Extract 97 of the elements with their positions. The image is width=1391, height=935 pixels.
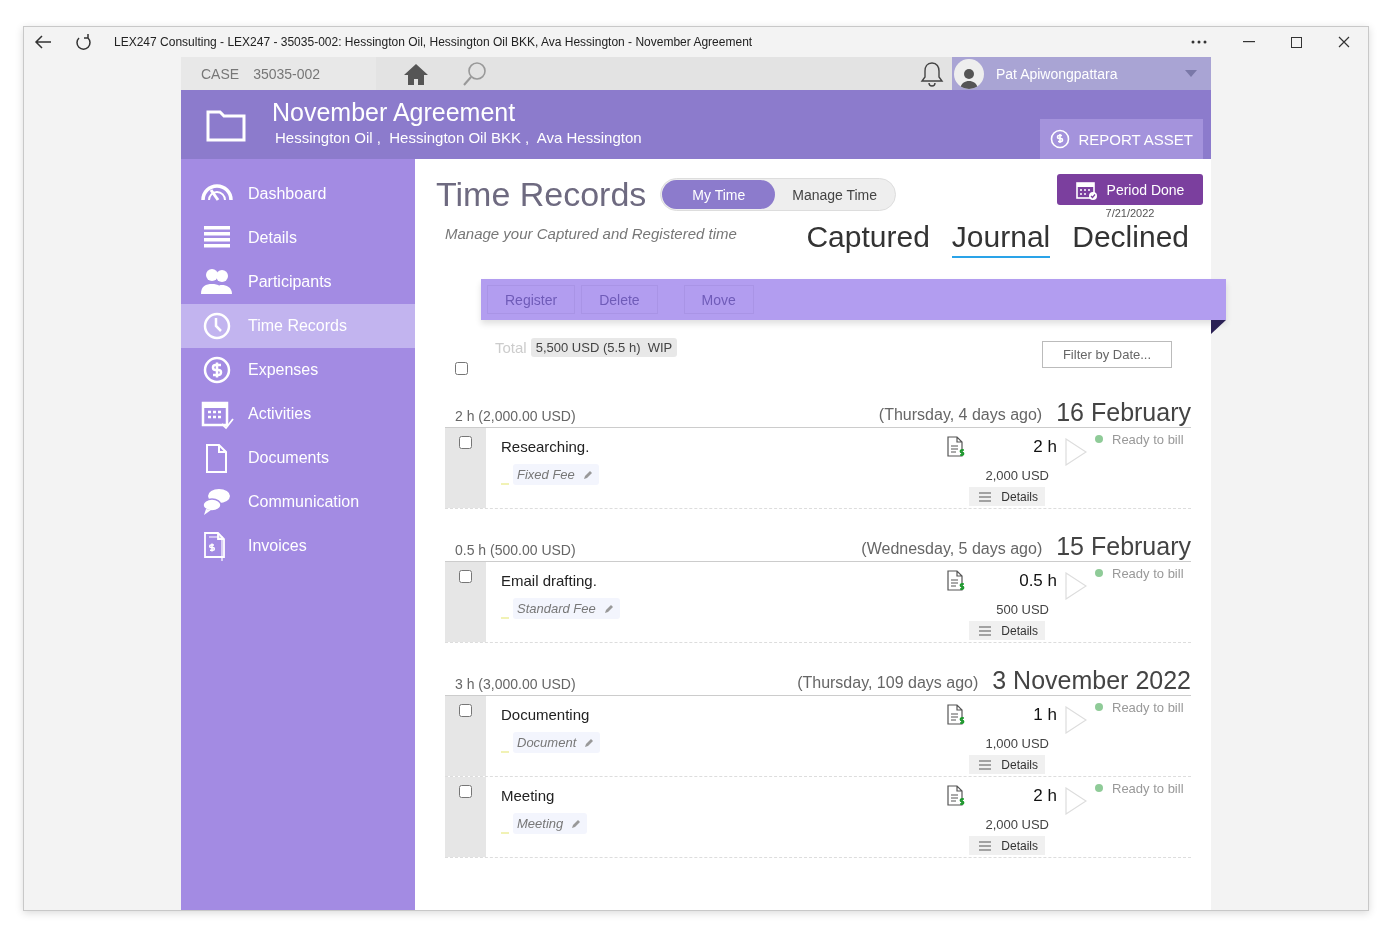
page-title: Time Records [436, 174, 647, 214]
pencil-icon [571, 818, 582, 829]
group-summary: 2 h (2,000.00 USD) [455, 408, 576, 424]
period-date: 7/21/2022 [1105, 207, 1155, 219]
fee-marker [501, 751, 509, 753]
fee-tag[interactable]: Fixed Fee [513, 464, 599, 485]
fee-marker [501, 483, 509, 485]
bell-icon[interactable] [920, 60, 944, 87]
entry-amount: 500 USD [996, 602, 1049, 617]
close-icon[interactable] [1338, 36, 1350, 48]
sidebar-item[interactable]: Documents [181, 436, 415, 480]
entry-description: Meeting [501, 787, 556, 804]
view-tab[interactable]: Captured [806, 220, 930, 258]
select-all-checkbox[interactable] [455, 362, 468, 375]
status-dot-icon [1095, 435, 1103, 443]
case-number: 35035-002 [253, 65, 321, 82]
entry-hours: 0.5 h [1019, 571, 1057, 591]
list-lines-icon [979, 491, 992, 502]
sidebar-item[interactable]: Communication [181, 480, 415, 524]
fee-tag[interactable]: Standard Fee [513, 598, 620, 619]
group-date: 16 February [1056, 399, 1191, 425]
entry-amount: 1,000 USD [985, 736, 1049, 751]
entry-description: Email drafting. [501, 572, 598, 589]
maximize-icon[interactable] [1291, 36, 1302, 48]
invoice-icon [946, 704, 966, 726]
pencil-icon [582, 469, 593, 480]
total-value: 5,500 USD (5.5 h) WIP [530, 338, 678, 357]
group-relative-day: (Wednesday, 5 days ago) [861, 540, 1043, 558]
details-button[interactable]: Details [969, 621, 1045, 640]
matter-title: November Agreement [272, 97, 517, 127]
details-button[interactable]: Details [969, 755, 1045, 774]
report-asset-button[interactable]: REPORT ASSET [1039, 119, 1203, 159]
details-button[interactable]: Details [969, 836, 1045, 855]
case-label: CASE [201, 65, 240, 82]
group-summary: 3 h (3,000.00 USD) [455, 676, 576, 692]
caret-icon [1185, 70, 1197, 77]
group-relative-day: (Thursday, 4 days ago) [878, 406, 1043, 424]
entry-hours: 2 h [1033, 786, 1057, 806]
details-button[interactable]: Details [969, 487, 1045, 506]
entry-status: Ready to bill [1112, 780, 1184, 796]
more-icon[interactable] [1191, 40, 1207, 44]
entry-checkbox[interactable] [459, 785, 472, 798]
fee-marker [501, 832, 509, 834]
toggle-option[interactable]: Manage Time [775, 180, 895, 209]
period-done-button[interactable]: Period Done [1057, 174, 1203, 205]
group-relative-day: (Thursday, 109 days ago) [797, 674, 979, 692]
entry-checkbox[interactable] [459, 570, 472, 583]
entry-hours: 1 h [1033, 705, 1057, 725]
invoice-icon [946, 570, 966, 592]
status-dot-icon [1095, 784, 1103, 792]
back-arrow-icon[interactable] [34, 34, 52, 50]
user-menu[interactable]: Pat Apiwongpattara [952, 57, 1211, 90]
sidebar-item[interactable]: Expenses [181, 348, 415, 392]
view-tab[interactable]: Journal [951, 220, 1051, 258]
status-dot-icon [1095, 703, 1103, 711]
entry-checkbox[interactable] [459, 704, 472, 717]
group-summary: 0.5 h (500.00 USD) [455, 542, 576, 558]
sidebar-item[interactable]: Time Records [181, 304, 415, 348]
sidebar-item[interactable]: Invoices [181, 524, 415, 568]
entry-description: Researching. [501, 438, 591, 455]
home-icon[interactable] [403, 62, 429, 85]
entry-status: Ready to bill [1112, 699, 1184, 715]
corner-fold-icon [1211, 320, 1226, 334]
window-title: LEX247 Consulting - LEX247 - 35035-002: Hessington Oil, Hessington Oil BKK, Ava Hessington - November Agreement [114, 35, 754, 49]
list-lines-icon [979, 625, 992, 636]
view-tab[interactable]: Declined [1072, 220, 1189, 258]
pencil-icon [603, 603, 614, 614]
toggle-option[interactable]: My Time [662, 180, 776, 209]
entry-status: Ready to bill [1112, 565, 1184, 581]
filter-by-date-button[interactable]: Filter by Date... [1042, 341, 1172, 368]
invoice-icon [946, 436, 966, 458]
entry-description: Documenting [501, 706, 591, 723]
matter-parties: Hessington Oil , Hessington Oil BKK , Ava Hessington [274, 128, 642, 146]
fee-marker [501, 617, 509, 619]
list-lines-icon [979, 840, 992, 851]
list-lines-icon [979, 759, 992, 770]
dollar-circle-icon [1049, 129, 1070, 149]
page-subtitle: Manage your Captured and Registered time [445, 225, 737, 244]
group-date: 15 February [1056, 533, 1191, 559]
sidebar-item[interactable]: Activities [181, 392, 415, 436]
entry-amount: 2,000 USD [985, 817, 1049, 832]
entry-amount: 2,000 USD [985, 468, 1049, 483]
entry-status: Ready to bill [1112, 431, 1184, 447]
sidebar-item[interactable]: Dashboard [181, 172, 415, 216]
refresh-icon[interactable] [74, 33, 92, 51]
sidebar-item[interactable]: Details [181, 216, 415, 260]
status-dot-icon [1095, 569, 1103, 577]
entry-checkbox[interactable] [459, 436, 472, 449]
fee-tag[interactable]: Meeting [513, 813, 588, 834]
fee-tag[interactable]: Document [513, 732, 601, 753]
entry-hours: 2 h [1033, 437, 1057, 457]
pencil-icon [584, 737, 595, 748]
group-date: 3 November 2022 [992, 667, 1191, 693]
invoice-icon [946, 785, 966, 807]
minimize-icon[interactable] [1243, 41, 1255, 43]
calendar-check-icon [1075, 179, 1098, 200]
sidebar-item[interactable]: Participants [181, 260, 415, 304]
